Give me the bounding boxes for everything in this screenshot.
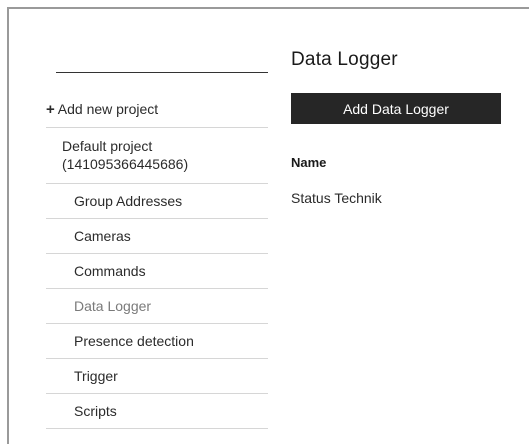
project-name: Default project — [62, 138, 153, 154]
sidebar-item-data-logger[interactable]: Data Logger — [46, 289, 268, 324]
sidebar-item-label: Scripts — [74, 403, 117, 419]
sidebar-item-cameras[interactable]: Cameras — [46, 219, 268, 254]
sidebar-divider — [56, 72, 268, 73]
sidebar-item-label: Group Addresses — [74, 193, 183, 209]
table-column-header-name: Name — [291, 155, 327, 170]
table-row[interactable]: Status Technik — [291, 190, 382, 206]
add-data-logger-button[interactable]: Add Data Logger — [291, 93, 501, 124]
sidebar-list: + Add new project Default project (141095… — [46, 92, 268, 429]
main-content: Data Logger Add Data Logger Name Status … — [291, 9, 529, 444]
sidebar-item-label: Data Logger — [74, 298, 152, 314]
sidebar-item-group-addresses[interactable]: Group Addresses — [46, 184, 268, 219]
sidebar-item-commands[interactable]: Commands — [46, 254, 268, 289]
sidebar-item-scripts[interactable]: Scripts — [46, 394, 268, 429]
sidebar-item-default-project[interactable]: Default project (141095366445686) — [46, 128, 268, 184]
add-new-project-label: Add new project — [57, 101, 159, 117]
plus-icon: + — [46, 101, 55, 118]
page-title: Data Logger — [291, 49, 398, 70]
sidebar-item-label: Presence detection — [74, 333, 194, 349]
sidebar-item-label: Commands — [74, 263, 146, 279]
sidebar-item-trigger[interactable]: Trigger — [46, 359, 268, 394]
sidebar-item-label: Trigger — [74, 368, 118, 384]
sidebar-item-label: Cameras — [74, 228, 131, 244]
sidebar: + Add new project Default project (141095… — [46, 9, 268, 444]
add-new-project-button[interactable]: + Add new project — [46, 92, 268, 128]
project-id: (141095366445686) — [62, 156, 189, 172]
sidebar-item-presence-detection[interactable]: Presence detection — [46, 324, 268, 359]
app-frame: + Add new project Default project (141095… — [7, 7, 529, 444]
